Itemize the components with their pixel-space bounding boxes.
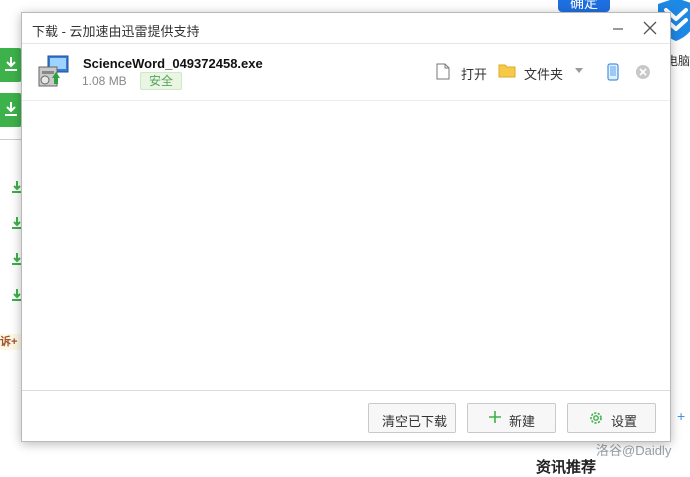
download-dialog: 下载 - 云加速由迅雷提供支持 ScienceWord_049372458.ex… [21, 12, 671, 442]
phone-icon[interactable] [607, 63, 619, 81]
file-size: 1.08 MB [82, 74, 127, 88]
background-download-tile[interactable] [0, 93, 22, 127]
open-folder-button[interactable]: 文件夹 [498, 62, 566, 82]
open-file-label: 打开 [461, 67, 488, 82]
document-icon [436, 63, 450, 80]
file-name: ScienceWord_049372458.exe [83, 56, 263, 71]
new-download-button[interactable]: 新建 [467, 403, 556, 433]
watermark: 洛谷@Daidly [596, 443, 672, 458]
folder-icon [498, 64, 516, 78]
gear-icon [590, 412, 602, 424]
settings-label: 设置 [611, 414, 638, 429]
background-plus-icon[interactable]: + [677, 408, 685, 424]
clear-downloaded-label: 清空已下载 [382, 414, 448, 429]
background-divider [0, 139, 22, 140]
open-folder-label: 文件夹 [524, 67, 564, 82]
dialog-title-bar[interactable]: 下载 - 云加速由迅雷提供支持 [22, 13, 670, 44]
open-file-button[interactable]: 打开 [436, 62, 488, 82]
new-download-label: 新建 [509, 414, 536, 429]
download-item[interactable]: ScienceWord_049372458.exe 1.08 MB 安全 打开 … [22, 44, 670, 101]
download-icon [5, 57, 17, 71]
background-confirm-button[interactable]: 确定 [558, 0, 610, 12]
plus-icon [489, 411, 501, 423]
chevron-down-icon[interactable] [575, 68, 583, 74]
minimize-icon[interactable] [608, 18, 628, 38]
dialog-footer: 清空已下载 新建 设置 [22, 390, 670, 442]
background-section-heading: 资讯推荐 [536, 459, 597, 476]
settings-button[interactable]: 设置 [567, 403, 656, 433]
installer-exe-icon [38, 55, 69, 87]
safe-badge: 安全 [140, 72, 183, 90]
clear-downloaded-button[interactable]: 清空已下载 [368, 403, 456, 433]
background-left-tag: 诉+ [0, 334, 22, 350]
download-icon [5, 102, 17, 116]
close-icon[interactable] [640, 18, 660, 38]
background-download-tile[interactable] [0, 48, 22, 82]
close-circle-icon[interactable] [635, 64, 651, 80]
dialog-title: 下载 - 云加速由迅雷提供支持 [32, 24, 200, 39]
